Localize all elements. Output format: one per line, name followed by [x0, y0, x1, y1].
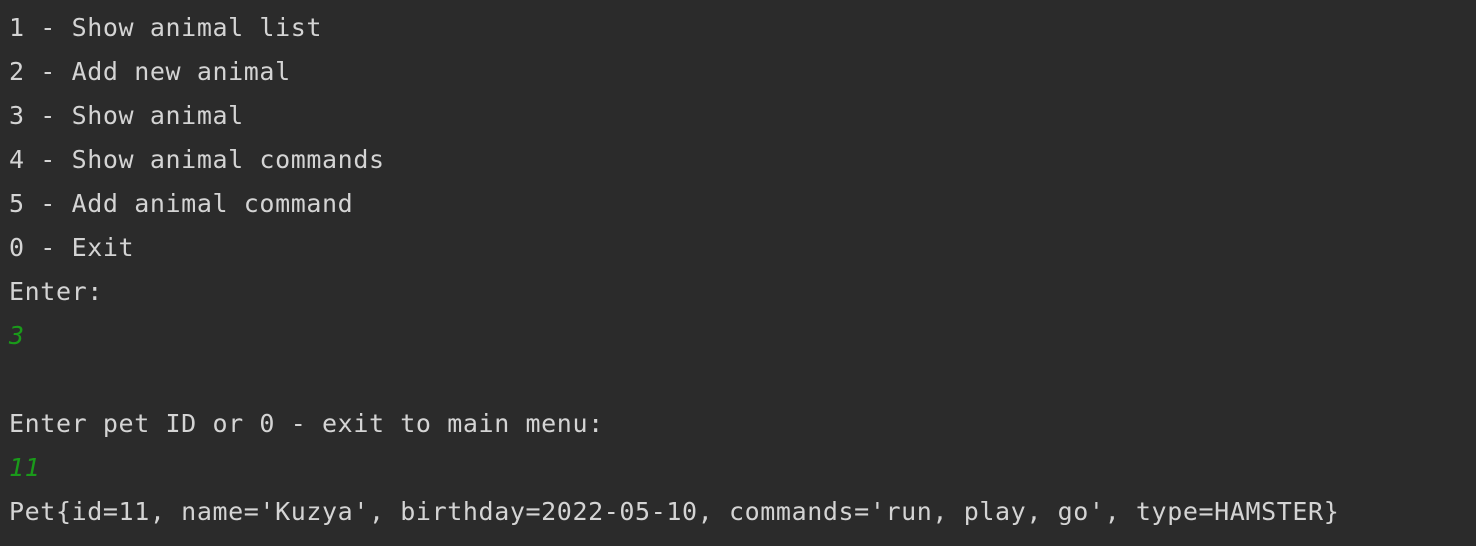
menu-option-add-new-animal: 2 - Add new animal	[9, 57, 291, 86]
menu-option-add-animal-command: 5 - Add animal command	[9, 189, 354, 218]
pet-id-prompt: Enter pet ID or 0 - exit to main menu:	[9, 409, 604, 438]
enter-prompt: Enter:	[9, 277, 103, 306]
menu-option-exit: 0 - Exit	[9, 233, 135, 262]
menu-option-show-animal-list: 1 - Show animal list	[9, 13, 323, 42]
user-input-menu-choice: 3	[9, 321, 25, 350]
menu-option-show-animal: 3 - Show animal	[9, 101, 244, 130]
user-input-pet-id: 11	[9, 453, 41, 482]
console-output[interactable]: 1 - Show animal list 2 - Add new animal …	[0, 0, 1476, 546]
pet-details-output: Pet{id=11, name='Kuzya', birthday=2022-0…	[9, 497, 1340, 526]
menu-option-show-animal-commands: 4 - Show animal commands	[9, 145, 385, 174]
